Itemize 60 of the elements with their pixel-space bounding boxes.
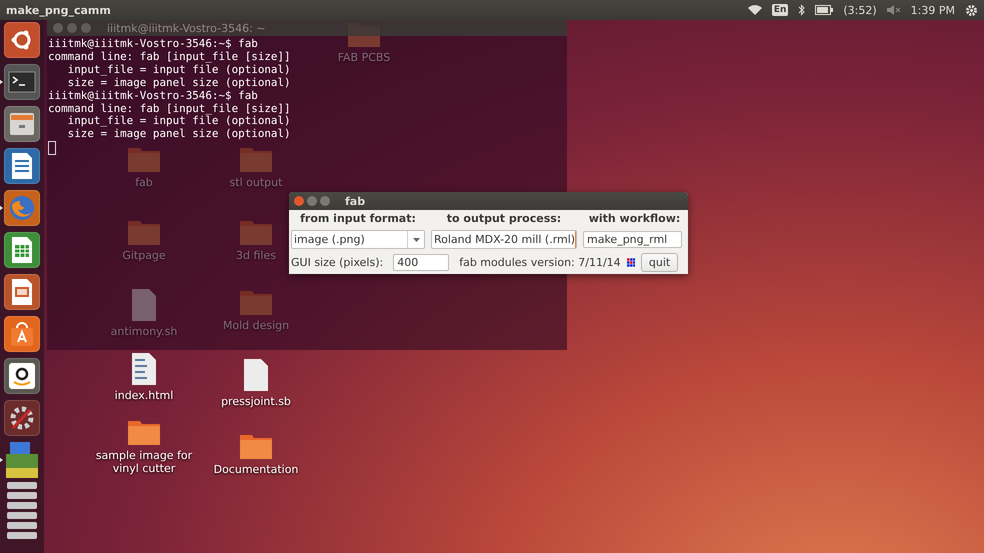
output-process-dropdown[interactable]: Roland MDX-20 mill (.rml) (431, 230, 577, 249)
folder-icon (127, 145, 161, 173)
terminal-line: iiitmk@iiitmk-Vostro-3546:~$ fab (48, 90, 258, 103)
workflow-label: with workflow: (588, 212, 682, 225)
folder-icon (127, 218, 161, 246)
terminal-line: size = image panel size (optional) (66, 128, 291, 142)
battery-time[interactable]: (3:52) (843, 4, 877, 16)
file-icon (243, 358, 269, 392)
folder-icon (239, 218, 273, 246)
input-format-dropdown[interactable]: image (.png) (291, 230, 425, 249)
minimize-button[interactable] (307, 196, 317, 206)
stacked-windows-icon (4, 442, 40, 542)
maximize-button[interactable] (320, 196, 330, 206)
terminal-line: iiitmk@iiitmk-Vostro-3546:~$ fab (48, 38, 258, 51)
desktop-icon-label[interactable]: sample image for vinyl cutter (94, 449, 194, 475)
battery-icon[interactable] (815, 5, 834, 15)
wifi-icon[interactable] (748, 4, 762, 16)
window-title: make_png_camm (6, 4, 112, 16)
workflow-field[interactable]: make_png_rml (583, 231, 682, 248)
terminal-line: command line: fab [input_file [size]] (48, 50, 291, 64)
version-text: fab modules version: 7/11/14 (459, 256, 621, 269)
document-icon (10, 152, 34, 180)
file-icon (131, 288, 157, 322)
launcher-item[interactable] (4, 358, 40, 394)
desktop-icon-label[interactable]: index.html (114, 389, 174, 402)
globe-fox-icon (8, 194, 36, 222)
code-file-icon (131, 352, 157, 386)
desktop-icon-label[interactable]: Documentation (214, 463, 298, 476)
gui-size-label: GUI size (pixels): (291, 256, 384, 269)
folder-icon (127, 418, 161, 446)
terminal-line: command line: fab [input_file [size]] (48, 102, 291, 116)
launcher-item[interactable] (4, 400, 40, 436)
terminal-line: input_file = input file (optional) (66, 115, 291, 128)
terminal-line: input_file = input file (optional) (66, 64, 291, 77)
gear-wrench-icon (8, 404, 36, 432)
quit-button[interactable]: quit (641, 253, 678, 272)
close-button[interactable] (294, 196, 304, 206)
caret-icon (412, 238, 420, 242)
file-cabinet-icon (8, 111, 36, 137)
terminal-title: iiitmk@iiitmk-Vostro-3546: ~ (107, 22, 266, 34)
spreadsheet-icon (10, 236, 34, 264)
settings-icon[interactable] (965, 4, 978, 16)
presentation-icon (10, 278, 34, 306)
dialog-title: fab (345, 194, 366, 208)
text-cursor (48, 141, 56, 156)
clock[interactable]: 1:39 PM (910, 4, 955, 16)
desktop-icon-label[interactable]: pressjoint.sb (221, 395, 291, 408)
folder-icon (239, 288, 273, 316)
folder-icon (239, 145, 273, 173)
folder-icon (239, 432, 273, 460)
output-process-label: to output process: (446, 212, 562, 225)
keyboard-layout-indicator[interactable]: En (772, 4, 788, 16)
shopping-bag-icon (9, 320, 35, 348)
launcher-item[interactable] (4, 148, 40, 184)
bluetooth-icon[interactable] (798, 4, 806, 16)
input-format-label: from input format: (299, 212, 417, 225)
terminal-icon (8, 71, 36, 93)
gui-size-field[interactable]: 400 (393, 254, 450, 271)
volume-muted-icon[interactable] (886, 5, 901, 15)
terminal-line: size = image panel size (optional) (66, 76, 291, 90)
